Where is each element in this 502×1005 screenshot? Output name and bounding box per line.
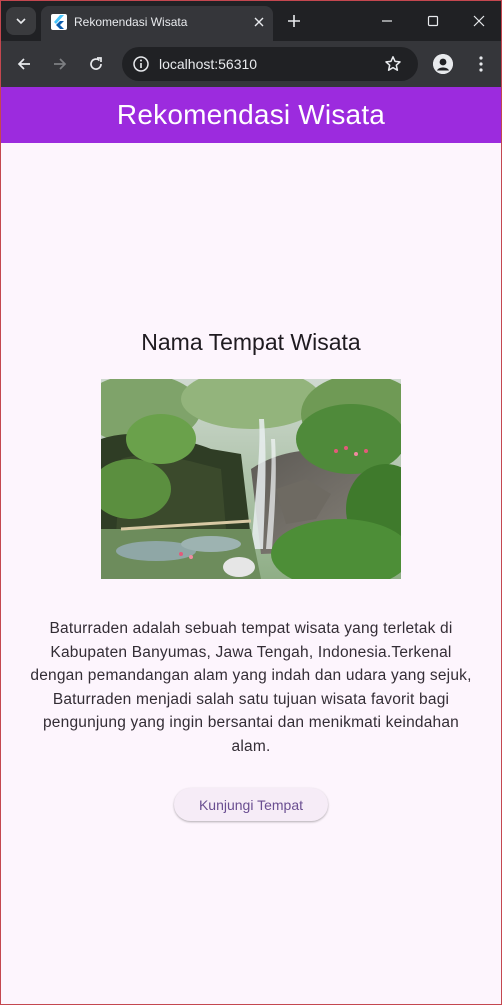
close-window-icon[interactable] — [469, 11, 489, 31]
place-name: Nama Tempat Wisata — [141, 329, 361, 355]
tab-title: Rekomendasi Wisata — [74, 15, 188, 29]
browser-tab[interactable]: Rekomendasi Wisata — [41, 6, 273, 41]
tab-search-button[interactable] — [6, 7, 36, 35]
browser-toolbar: localhost:56310 — [1, 41, 501, 87]
chevron-down-icon — [16, 18, 26, 25]
back-arrow-icon[interactable] — [14, 54, 34, 74]
new-tab-icon[interactable] — [284, 11, 304, 31]
site-info-icon[interactable] — [132, 55, 150, 73]
tab-strip: Rekomendasi Wisata — [1, 1, 501, 41]
flutter-icon — [51, 14, 67, 30]
close-tab-icon[interactable] — [251, 14, 267, 30]
address-bar[interactable]: localhost:56310 — [122, 47, 418, 81]
bookmark-star-icon[interactable] — [384, 55, 402, 73]
app-bar: Rekomendasi Wisata — [1, 87, 501, 143]
main-content: Nama Tempat Wisata Baturraden adalah seb… — [1, 143, 501, 1003]
profile-avatar-icon[interactable] — [433, 54, 453, 74]
maximize-icon[interactable] — [423, 11, 443, 31]
app-title: Rekomendasi Wisata — [116, 99, 386, 130]
forward-arrow-icon[interactable] — [50, 54, 70, 74]
more-menu-icon[interactable] — [471, 54, 491, 74]
browser-window: Rekomendasi Wisata localhost:56310 Rekom… — [0, 0, 502, 1005]
reload-icon[interactable] — [86, 54, 106, 74]
place-description: Baturraden adalah sebuah tempat wisata y… — [30, 620, 472, 755]
url-text: localhost:56310 — [159, 56, 258, 72]
place-photo — [101, 379, 401, 579]
visit-place-button[interactable]: Kunjungi Tempat — [174, 788, 328, 821]
minimize-icon[interactable] — [377, 11, 397, 31]
